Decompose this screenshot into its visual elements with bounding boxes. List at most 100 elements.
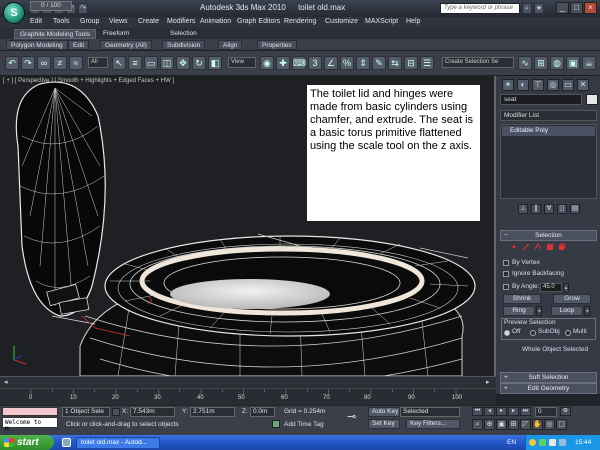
align-icon[interactable]: ⊟	[404, 56, 418, 70]
border-mode-icon[interactable]	[534, 243, 542, 251]
set-key-button[interactable]: Set Key	[368, 419, 400, 429]
star-icon[interactable]: ★	[534, 3, 544, 14]
z-coordinate-field[interactable]: 0.0m	[250, 407, 275, 417]
select-by-name-icon[interactable]: ≡	[128, 56, 142, 70]
angle-snap-icon[interactable]: ∠	[324, 56, 338, 70]
tray-network-icon[interactable]	[529, 439, 536, 446]
by-vertex-checkbox[interactable]	[503, 260, 509, 266]
task-toilet-old-max[interactable]: toilet old.max - Autod...	[76, 437, 160, 449]
utilities-tab-icon[interactable]: ✕	[577, 79, 589, 91]
menu-group[interactable]: Group	[80, 18, 99, 25]
menu-animation[interactable]: Animation	[200, 18, 231, 25]
search-icon[interactable]: ⌕	[522, 3, 532, 14]
panel-properties[interactable]: Properties	[257, 40, 297, 50]
configure-modifier-sets-icon[interactable]: ▤	[570, 204, 580, 214]
hierarchy-tab-icon[interactable]: ⊤	[532, 79, 544, 91]
tray-display-icon[interactable]	[559, 439, 566, 446]
angle-value-field[interactable]: 45.0	[540, 283, 562, 292]
redo-icon[interactable]: ↷	[78, 3, 88, 14]
menu-maxscript[interactable]: MAXScript	[365, 18, 398, 25]
render-setup-icon[interactable]: ▣	[566, 56, 580, 70]
element-mode-icon[interactable]	[558, 243, 566, 251]
menu-modifiers[interactable]: Modifiers	[167, 18, 195, 25]
next-frame-icon[interactable]: ▸	[508, 407, 519, 416]
render-icon[interactable]: ☕	[582, 56, 596, 70]
selection-lock-icon[interactable]	[112, 408, 120, 416]
unlink-icon[interactable]: ≠	[53, 56, 67, 70]
redo-icon[interactable]: ↷	[21, 56, 35, 70]
pan-icon[interactable]: ✋	[532, 419, 543, 430]
ring-button[interactable]: Ring	[503, 306, 535, 316]
zoom-all-icon[interactable]: ⊕	[484, 419, 495, 430]
loop-button[interactable]: Loop	[551, 306, 583, 316]
tab-graphite-modeling-tools[interactable]: Graphite Modeling Tools	[14, 29, 96, 39]
panel-geometry-all[interactable]: Geometry (All)	[100, 40, 152, 50]
menu-help[interactable]: Help	[406, 18, 420, 25]
ignore-backfacing-checkbox[interactable]	[503, 271, 509, 277]
menu-rendering[interactable]: Rendering	[284, 18, 316, 25]
y-coordinate-field[interactable]: 2.751m	[190, 407, 235, 417]
tray-security-icon[interactable]	[539, 439, 546, 446]
soft-selection-rollout-header[interactable]: + Soft Selection	[500, 372, 597, 383]
keyboard-shortcut-icon[interactable]: ⌨	[292, 56, 306, 70]
motion-tab-icon[interactable]: ◎	[547, 79, 559, 91]
move-icon[interactable]: ✥	[176, 56, 190, 70]
key-icon[interactable]: ⊸	[347, 410, 356, 423]
key-filters-button[interactable]: Key Filters...	[406, 419, 460, 429]
toilet-lid[interactable]	[15, 81, 106, 317]
seat-torus[interactable]	[104, 233, 476, 337]
scale-icon[interactable]: ◧	[208, 56, 222, 70]
bind-spacewarp-icon[interactable]: ≈	[69, 56, 83, 70]
undo-icon[interactable]: ↶	[5, 56, 19, 70]
x-coordinate-field[interactable]: 7.543m	[130, 407, 175, 417]
maximize-viewport-icon[interactable]: ▢	[556, 419, 567, 430]
named-selection-icon[interactable]: ✎	[372, 56, 386, 70]
zoom-icon[interactable]: ⌕	[472, 419, 483, 430]
slider-right-arrow-icon[interactable]: ▸	[486, 378, 494, 386]
panel-subdivision[interactable]: Subdivision	[162, 40, 206, 50]
panel-align[interactable]: Align	[218, 40, 243, 50]
tab-freeform[interactable]: Freeform	[98, 29, 134, 39]
zoom-extents-icon[interactable]: ▣	[496, 419, 507, 430]
edit-geometry-rollout-header[interactable]: + Edit Geometry	[500, 383, 597, 394]
create-tab-icon[interactable]: ✶	[502, 79, 514, 91]
panel-edit[interactable]: Edit	[68, 40, 90, 50]
tab-selection[interactable]: Selection	[165, 29, 202, 39]
go-to-end-icon[interactable]: ⏭	[520, 407, 531, 416]
menu-graph-editors[interactable]: Graph Editors	[237, 18, 280, 25]
material-editor-icon[interactable]: ◍	[550, 56, 564, 70]
rectangle-selection-icon[interactable]: ▭	[144, 56, 158, 70]
window-crossing-icon[interactable]: ◫	[160, 56, 174, 70]
auto-key-button[interactable]: Auto Key	[368, 407, 400, 417]
modify-tab-icon[interactable]: ◐	[517, 79, 529, 91]
quick-launch-icon[interactable]	[62, 438, 71, 447]
field-of-view-icon[interactable]: ◸	[520, 419, 531, 430]
zoom-extents-all-icon[interactable]: ⊞	[508, 419, 519, 430]
time-slider-thumb[interactable]: 0 / 100	[30, 1, 72, 11]
menu-views[interactable]: Views	[109, 18, 128, 25]
select-manipulate-icon[interactable]: ✚	[276, 56, 290, 70]
selection-rollout-header[interactable]: − Selection	[500, 230, 597, 241]
panel-polygon-modeling[interactable]: Polygon Modeling	[6, 40, 68, 50]
object-color-swatch[interactable]	[586, 94, 598, 105]
curve-editor-icon[interactable]: ∿	[518, 56, 532, 70]
menu-tools[interactable]: Tools	[53, 18, 69, 25]
go-to-start-icon[interactable]: ⏮	[472, 407, 483, 416]
show-end-result-icon[interactable]: ∥	[531, 204, 541, 214]
shrink-button[interactable]: Shrink	[503, 294, 541, 304]
previous-frame-icon[interactable]: ◂	[484, 407, 495, 416]
app-logo-icon[interactable]: S	[3, 2, 25, 24]
time-tag-icon[interactable]	[272, 420, 280, 428]
menu-customize[interactable]: Customize	[325, 18, 358, 25]
menu-edit[interactable]: Edit	[30, 18, 42, 25]
schematic-view-icon[interactable]: ⊞	[534, 56, 548, 70]
mirror-icon[interactable]: ⇆	[388, 56, 402, 70]
modifier-list-select[interactable]: Modifier List	[500, 110, 597, 121]
search-input[interactable]: Type a keyword or phrase	[440, 3, 520, 14]
snaps-toggle-icon[interactable]: 3	[308, 56, 322, 70]
ring-spinner-icon[interactable]: ◂	[536, 306, 542, 316]
play-icon[interactable]: ▸	[496, 407, 507, 416]
maxscript-listener-output[interactable]	[2, 407, 58, 416]
language-indicator[interactable]: EN	[507, 439, 516, 446]
current-frame-field[interactable]: 0	[535, 407, 557, 417]
